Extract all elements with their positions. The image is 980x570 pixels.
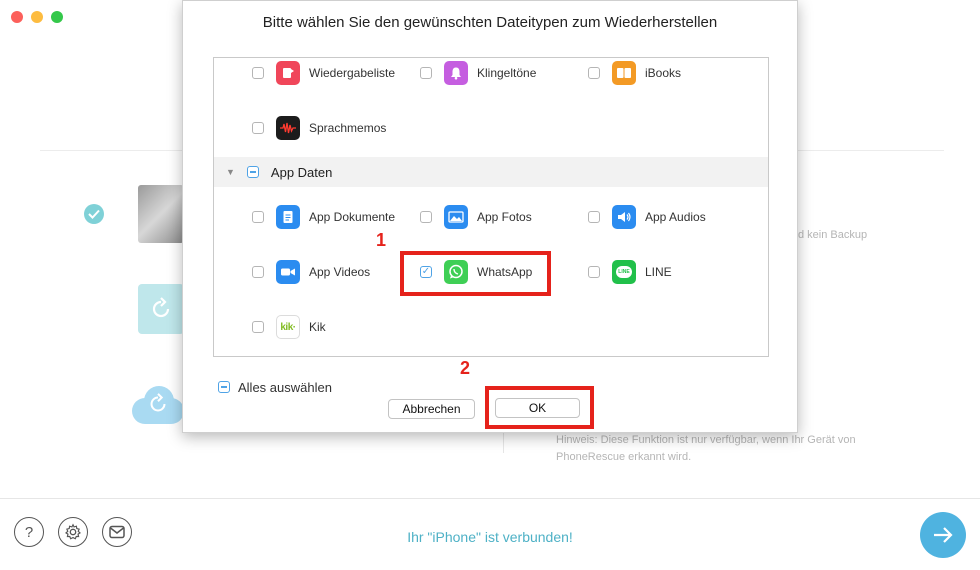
checkbox[interactable] bbox=[588, 266, 600, 278]
item-klingeltoene[interactable]: Klingeltöne bbox=[420, 61, 536, 85]
video-icon bbox=[276, 260, 300, 284]
annotation-number-1: 1 bbox=[376, 230, 387, 250]
kik-icon: kik· bbox=[276, 315, 300, 339]
item-wiedergabeliste[interactable]: Wiedergabeliste bbox=[252, 61, 395, 85]
whatsapp-highlight bbox=[400, 251, 551, 296]
item-app-audios[interactable]: App Audios bbox=[588, 205, 706, 229]
book-icon bbox=[612, 61, 636, 85]
dialog-title: Bitte wählen Sie den gewünschten Dateity… bbox=[262, 14, 718, 31]
section-app-daten[interactable]: ▼ App Daten bbox=[214, 157, 768, 187]
file-type-list: Wiedergabeliste Klingeltöne iBooks Sprac… bbox=[213, 57, 769, 357]
select-all[interactable]: Alles auswählen bbox=[218, 375, 332, 399]
item-app-fotos[interactable]: App Fotos bbox=[420, 205, 532, 229]
checkbox[interactable] bbox=[588, 67, 600, 79]
photo-icon bbox=[444, 205, 468, 229]
section-checkbox[interactable] bbox=[246, 166, 259, 178]
item-label: Wiedergabeliste bbox=[309, 66, 396, 80]
item-line[interactable]: LINE LINE bbox=[588, 260, 672, 284]
icloud-backup-icon[interactable] bbox=[130, 382, 186, 426]
checkbox[interactable] bbox=[252, 122, 264, 134]
close-window-button[interactable] bbox=[11, 11, 23, 23]
item-label: LINE bbox=[645, 265, 672, 279]
checkbox[interactable] bbox=[252, 67, 264, 79]
item-label: Klingeltöne bbox=[477, 66, 537, 80]
line-icon: LINE bbox=[612, 260, 636, 284]
background-hint: Hinweis: Diese Funktion ist nur verfügba… bbox=[556, 434, 856, 463]
document-icon bbox=[276, 205, 300, 229]
file-type-dialog: Bitte wählen Sie den gewünschten Dateity… bbox=[182, 0, 798, 433]
item-label: Sprachmemos bbox=[309, 121, 387, 135]
playlist-icon bbox=[276, 61, 300, 85]
connection-status: Ihr "iPhone" ist verbunden! bbox=[407, 529, 573, 545]
zoom-window-button[interactable] bbox=[51, 11, 63, 23]
item-app-videos[interactable]: App Videos bbox=[252, 260, 370, 284]
voice-memo-icon bbox=[276, 116, 300, 140]
minimize-window-button[interactable] bbox=[31, 11, 43, 23]
item-sprachmemos[interactable]: Sprachmemos bbox=[252, 116, 386, 140]
item-ibooks[interactable]: iBooks bbox=[588, 61, 681, 85]
checkbox[interactable] bbox=[252, 266, 264, 278]
device-backup-icon bbox=[138, 185, 184, 243]
item-app-dokumente[interactable]: App Dokumente bbox=[252, 205, 395, 229]
selected-check-icon bbox=[84, 204, 104, 224]
item-label: iBooks bbox=[645, 66, 682, 80]
next-button[interactable] bbox=[920, 512, 966, 558]
arrow-right-icon bbox=[934, 527, 953, 543]
checkbox[interactable] bbox=[588, 211, 600, 223]
footer-divider bbox=[0, 498, 980, 499]
checkbox[interactable] bbox=[252, 211, 264, 223]
item-label: Kik bbox=[309, 320, 326, 334]
item-label: App Videos bbox=[309, 265, 371, 279]
item-label: App Fotos bbox=[477, 210, 532, 224]
bell-icon bbox=[444, 61, 468, 85]
item-label: App Audios bbox=[645, 210, 706, 224]
checkbox[interactable] bbox=[420, 67, 432, 79]
ok-highlight bbox=[485, 386, 594, 429]
disclosure-triangle-icon[interactable]: ▼ bbox=[226, 167, 235, 177]
select-all-label: Alles auswählen bbox=[238, 379, 332, 395]
background-side-text: d kein Backup bbox=[798, 229, 868, 241]
background-column-divider bbox=[503, 433, 504, 453]
item-label: App Dokumente bbox=[309, 210, 396, 224]
select-all-checkbox[interactable] bbox=[218, 381, 230, 393]
item-kik[interactable]: kik· Kik bbox=[252, 315, 326, 339]
checkbox[interactable] bbox=[252, 321, 264, 333]
itunes-backup-icon[interactable] bbox=[138, 284, 184, 334]
checkbox[interactable] bbox=[420, 211, 432, 223]
annotation-number-2: 2 bbox=[460, 358, 471, 378]
cancel-button[interactable]: Abbrechen bbox=[388, 399, 475, 419]
speaker-icon bbox=[612, 205, 636, 229]
section-label: App Daten bbox=[270, 164, 333, 180]
